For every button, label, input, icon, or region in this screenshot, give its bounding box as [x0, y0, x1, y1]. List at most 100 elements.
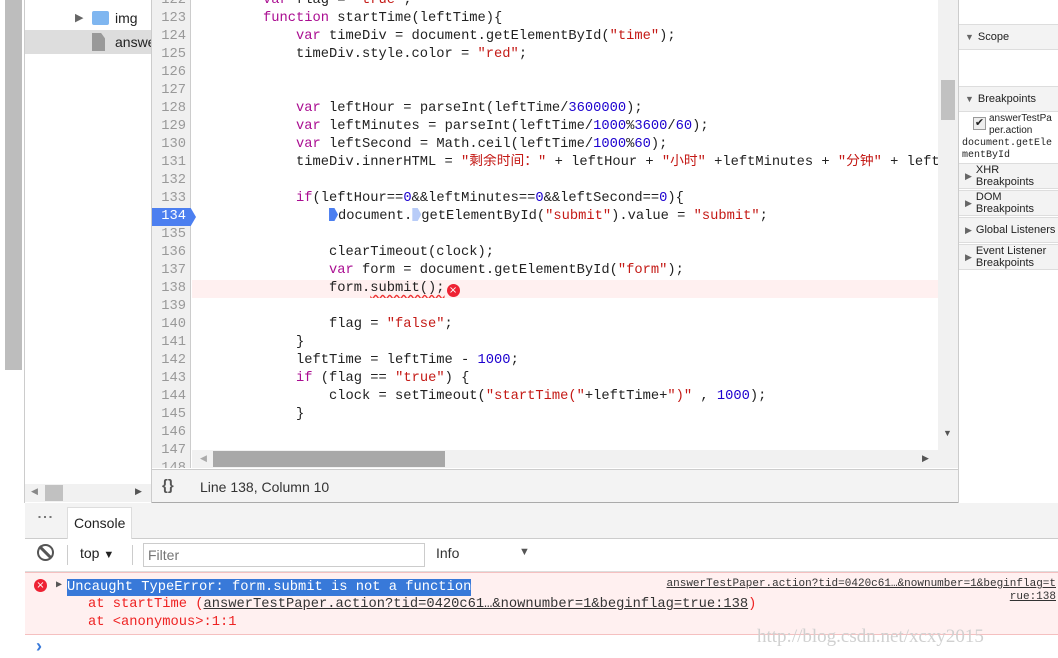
code-line[interactable]: var leftMinutes = parseInt(leftTime/1000… — [197, 118, 938, 136]
code-token: +leftTime+ — [584, 389, 668, 404]
inline-breakpoint-icon[interactable] — [329, 208, 339, 221]
code-line[interactable]: function startTime(leftTime){ — [197, 10, 938, 28]
scroll-down-icon[interactable]: ▼ — [943, 428, 952, 438]
code-line[interactable]: var timeDiv = document.getElementById("t… — [197, 28, 938, 46]
global-listeners-header[interactable]: ▶ Global Listeners — [959, 217, 1058, 243]
line-number[interactable]: 146 — [152, 424, 190, 442]
expand-arrow-icon[interactable]: ▶ — [75, 6, 83, 30]
line-number[interactable]: 145 — [152, 406, 190, 424]
breakpoints-pane-header[interactable]: ▼ Breakpoints — [959, 86, 1058, 112]
line-number[interactable]: 123 — [152, 10, 190, 28]
line-number[interactable]: 129 — [152, 118, 190, 136]
line-number[interactable]: 125 — [152, 46, 190, 64]
code-line[interactable]: } — [197, 334, 938, 352]
level-dropdown-arrow-icon[interactable]: ▼ — [519, 546, 530, 558]
breakpoint-checkbox[interactable]: ✔ — [973, 117, 986, 130]
scroll-thumb[interactable] — [45, 485, 63, 501]
code-token: (leftHour== — [312, 191, 404, 206]
line-number[interactable]: 135 — [152, 226, 190, 244]
code-line[interactable]: var flag = "true"; — [197, 0, 938, 10]
line-number[interactable]: 124 — [152, 28, 190, 46]
code-line[interactable] — [197, 226, 938, 244]
code-line[interactable]: var leftHour = parseInt(leftTime/3600000… — [197, 100, 938, 118]
line-number[interactable]: 132 — [152, 172, 190, 190]
code-line[interactable] — [197, 64, 938, 82]
code-line[interactable]: clearTimeout(clock); — [197, 244, 938, 262]
line-number[interactable]: 143 — [152, 370, 190, 388]
code-line[interactable]: timeDiv.innerHTML = "剩余时间：" + leftHour +… — [197, 154, 938, 172]
code-line[interactable] — [197, 424, 938, 442]
line-number[interactable]: 137 — [152, 262, 190, 280]
horizontal-scroll-thumb[interactable] — [213, 451, 445, 467]
page-scrollbar[interactable] — [5, 0, 22, 370]
code-line[interactable]: timeDiv.style.color = "red"; — [197, 46, 938, 64]
code-line[interactable] — [197, 172, 938, 190]
line-number[interactable]: 126 — [152, 64, 190, 82]
xhr-breakpoints-header[interactable]: ▶ XHR Breakpoints — [959, 163, 1058, 189]
line-number[interactable]: 130 — [152, 136, 190, 154]
code-line[interactable] — [197, 82, 938, 100]
line-number[interactable]: 144 — [152, 388, 190, 406]
pretty-print-icon[interactable]: {} — [162, 477, 174, 494]
str-token: "小时" — [661, 155, 706, 170]
code-token: + leftHour + — [546, 155, 662, 170]
code-line[interactable]: form.submit(); × — [192, 280, 938, 298]
clear-console-icon[interactable] — [37, 544, 54, 561]
code-line[interactable]: leftTime = leftTime - 1000; — [197, 352, 938, 370]
nav-item-file-selected[interactable]: answerTestPaper.action — [25, 30, 151, 54]
code-line[interactable]: flag = "false"; — [197, 316, 938, 334]
line-number[interactable]: 141 — [152, 334, 190, 352]
inline-breakpoint-icon[interactable] — [412, 208, 422, 221]
line-number[interactable]: 138 — [152, 280, 190, 298]
line-number[interactable]: 139 — [152, 298, 190, 316]
line-number[interactable]: 122 — [152, 0, 190, 10]
context-selector[interactable]: top ▼ — [80, 545, 114, 561]
scope-pane-header[interactable]: ▼ Scope — [959, 24, 1058, 50]
line-number[interactable]: 136 — [152, 244, 190, 262]
line-number[interactable]: 142 — [152, 352, 190, 370]
scroll-left-icon[interactable]: ◀ — [31, 486, 38, 497]
tab-console[interactable]: Console — [67, 507, 133, 539]
scroll-left-icon[interactable]: ◀ — [200, 453, 207, 464]
str-token: "分钟" — [837, 155, 882, 170]
code-line[interactable]: document. getElementById("submit").value … — [197, 208, 938, 226]
console-prompt-icon[interactable]: › — [36, 636, 42, 657]
nav-item-img-folder[interactable]: ▶ img — [25, 6, 151, 30]
code-line[interactable]: } — [197, 406, 938, 424]
scroll-right-icon[interactable]: ▶ — [922, 453, 929, 464]
code-line[interactable]: var leftSecond = Math.ceil(leftTime/1000… — [197, 136, 938, 154]
line-number[interactable]: 147 — [152, 442, 190, 460]
stack-frame-link[interactable]: answerTestPaper.action?tid=0420c61…&nown… — [204, 597, 749, 612]
code-line[interactable]: var form = document.getElementById("form… — [197, 262, 938, 280]
log-level-select[interactable]: Info — [436, 545, 459, 561]
code-token: , — [692, 389, 717, 404]
line-number[interactable]: 127 — [152, 82, 190, 100]
code-editor[interactable]: 122 123 124 125 126 127 128 129 130 131 132 133 134 1… — [152, 0, 938, 468]
code-token: leftSecond = Math.ceil(leftTime/ — [320, 137, 594, 152]
filter-input[interactable] — [143, 543, 425, 567]
event-listener-breakpoints-header[interactable]: ▶ Event Listener Breakpoints — [959, 244, 1058, 270]
line-number-breakpoint[interactable]: 134 — [152, 208, 196, 226]
dom-breakpoints-header[interactable]: ▶ DOM Breakpoints — [959, 190, 1058, 216]
editor-vertical-scrollbar[interactable]: ▼ — [938, 0, 958, 468]
more-menu-icon[interactable]: ⋮ — [36, 509, 53, 525]
line-number[interactable]: 140 — [152, 316, 190, 334]
code-line[interactable]: if (flag == "true") { — [197, 370, 938, 388]
line-number[interactable]: 133 — [152, 190, 190, 208]
code-line[interactable]: clock = setTimeout("startTime("+leftTime… — [197, 388, 938, 406]
line-number[interactable]: 128 — [152, 100, 190, 118]
error-text[interactable]: Uncaught TypeError: form.submit is not a… — [67, 579, 472, 596]
line-number[interactable]: 148 — [152, 460, 190, 468]
vertical-scroll-thumb[interactable] — [941, 80, 955, 120]
navigator-horizontal-scrollbar[interactable]: ◀ ▶ — [25, 484, 151, 502]
expand-triangle-icon[interactable]: ▶ — [56, 579, 62, 591]
breakpoint-file[interactable]: answerTestPaper.action — [989, 113, 1057, 137]
line-number[interactable]: 131 — [152, 154, 190, 172]
scroll-right-icon[interactable]: ▶ — [135, 486, 142, 497]
line-number-gutter[interactable]: 122 123 124 125 126 127 128 129 130 131 132 133 134 1… — [152, 0, 196, 468]
code-line[interactable] — [197, 298, 938, 316]
console-input[interactable] — [55, 638, 745, 656]
code-token: ); — [749, 389, 767, 404]
breakpoint-code[interactable]: document.getElementById — [962, 138, 1057, 162]
code-line[interactable]: if(leftHour==0&&leftMinutes==0&&leftSeco… — [197, 190, 938, 208]
